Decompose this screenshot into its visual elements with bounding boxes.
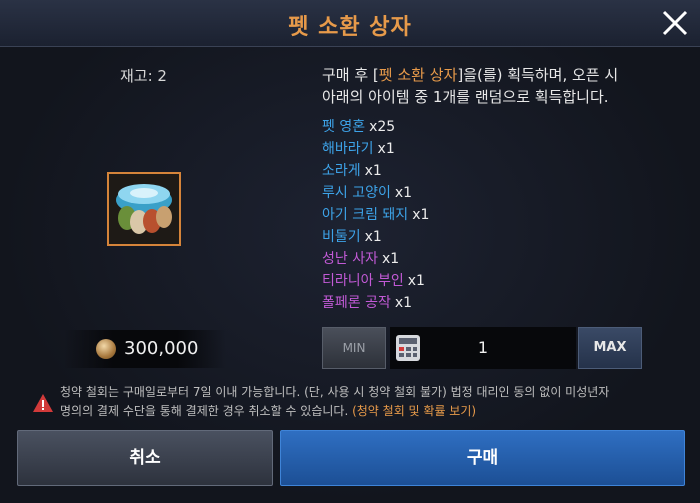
reward-qty: x1: [364, 229, 382, 245]
reward-item: 폴페론 공작 x1: [322, 292, 429, 314]
reward-item: 아기 크림 돼지 x1: [322, 204, 429, 226]
reward-name: 티라니아 부인: [322, 273, 404, 289]
reward-qty: x25: [369, 119, 396, 135]
dialog-title-bar: 펫 소환 상자: [0, 0, 700, 47]
reward-item: 성난 사자 x1: [322, 248, 429, 270]
reward-qty: x1: [381, 251, 400, 267]
quantity-selector: MIN 1 MAX: [322, 327, 642, 369]
description-text: 구매 후 [: [322, 66, 379, 84]
reward-name: 성난 사자: [322, 251, 378, 267]
price-display: 300,000: [64, 330, 226, 368]
close-icon[interactable]: [658, 6, 692, 40]
quantity-field[interactable]: 1: [390, 327, 576, 369]
refund-probability-link[interactable]: (청약 철회 및 확률 보기): [352, 404, 476, 418]
reward-name: 루시 고양이: [322, 185, 391, 201]
reward-qty: x1: [394, 185, 413, 201]
reward-item: 펫 영혼 x25: [322, 116, 429, 138]
buy-button[interactable]: 구매: [280, 430, 685, 486]
reward-qty: x1: [394, 295, 413, 311]
reward-item: 소라게 x1: [322, 160, 429, 182]
notice-text: 청약 철회는 구매일로부터 7일 이내 가능합니다. (단, 사용 시 청약 철…: [60, 385, 610, 399]
reward-name: 해바라기: [322, 141, 374, 157]
reward-name: 펫 영혼: [322, 119, 366, 135]
reward-item: 루시 고양이 x1: [322, 182, 429, 204]
coin-icon: [96, 339, 116, 359]
cancel-button[interactable]: 취소: [17, 430, 273, 486]
description-text: ]을(를) 획득하며, 오픈 시: [457, 66, 619, 84]
description-text: 아래의 아이템 중 1개를 랜덤으로 획득합니다.: [322, 88, 609, 106]
reward-name: 아기 크림 돼지: [322, 207, 409, 223]
price-value: 300,000: [124, 338, 199, 359]
pet-summon-box-icon: [116, 184, 172, 234]
reward-qty: x1: [377, 141, 395, 157]
warning-icon: [32, 393, 54, 413]
dialog-title: 펫 소환 상자: [288, 15, 412, 40]
reward-item: 비둘기 x1: [322, 226, 429, 248]
notice-text: 명의의 결제 수단을 통해 결제한 경우 취소할 수 있습니다.: [60, 404, 353, 418]
reward-item: 티라니아 부인 x1: [322, 270, 429, 292]
reward-qty: x1: [364, 163, 382, 179]
item-description: 구매 후 [펫 소환 상자]을(를) 획득하며, 오픈 시 아래의 아이템 중 …: [322, 64, 662, 108]
item-icon-frame: [107, 172, 181, 246]
quantity-value: 1: [477, 338, 489, 357]
reward-name: 비둘기: [322, 229, 361, 245]
reward-list: 펫 영혼 x25 해바라기 x1 소라게 x1 루시 고양이 x1 아기 크림 돼지 x1 비둘기 x…: [322, 116, 429, 314]
stock-label: 재고: 2: [120, 67, 167, 85]
reward-name: 소라게: [322, 163, 361, 179]
max-button[interactable]: MAX: [578, 327, 642, 369]
reward-qty: x1: [407, 273, 425, 289]
reward-qty: x1: [412, 207, 430, 223]
refund-notice: 청약 철회는 구매일로부터 7일 이내 가능합니다. (단, 사용 시 청약 철…: [60, 383, 680, 421]
description-item-name: 펫 소환 상자: [378, 66, 458, 84]
reward-item: 해바라기 x1: [322, 138, 429, 160]
reward-name: 폴페론 공작: [322, 295, 391, 311]
min-button[interactable]: MIN: [322, 327, 386, 369]
